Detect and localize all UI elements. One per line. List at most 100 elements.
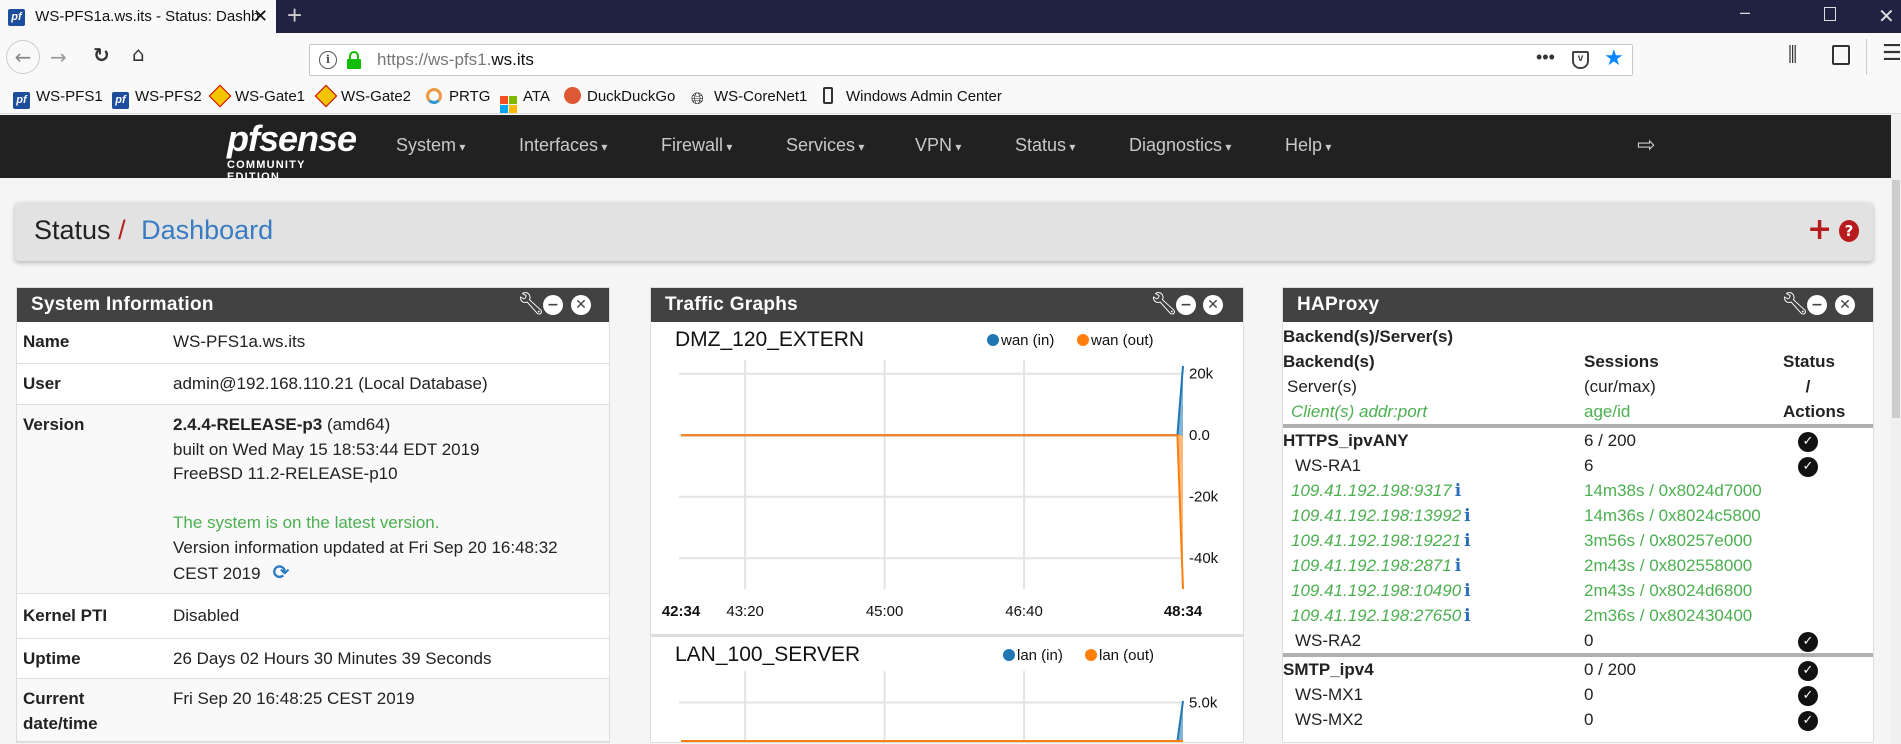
status-check-icon[interactable]: ✓: [1798, 710, 1818, 731]
y-tick-label: -20k: [1189, 489, 1219, 506]
back-icon[interactable]: ←: [6, 40, 40, 74]
wrench-icon[interactable]: 🔧︎: [1150, 292, 1178, 318]
info-row-version: Version 2.4.4-RELEASE-p3 (amd64) built o…: [17, 405, 609, 594]
client-info-icon[interactable]: i: [1464, 506, 1470, 526]
breadcrumb-parent[interactable]: Status: [34, 215, 111, 245]
bookmarks-bar: pf WS-PFS1 pf WS-PFS2 WS-Gate1 WS-Gate2 PRTG AT…: [0, 80, 1901, 114]
scrollbar[interactable]: [1891, 115, 1901, 744]
chart-dmz: DMZ_120_EXTERN wan (in) wan (out) 20k 0.0…: [651, 322, 1243, 635]
menu-firewall[interactable]: Firewall: [661, 135, 732, 156]
x-tick-label: 42:34: [662, 603, 701, 620]
x-tick-label: 48:34: [1164, 603, 1203, 620]
info-row-uptime: Uptime 26 Days 02 Hours 30 Minutes 39 Sec…: [17, 639, 609, 679]
bookmark-ws-corenet1[interactable]: 🌐︎ WS-CoreNet1: [691, 87, 807, 108]
lock-icon: [347, 51, 361, 69]
pfsense-logo[interactable]: pfsense COMMUNITY EDITION: [227, 119, 361, 184]
toolbar-divider: [1866, 39, 1867, 75]
minimize-widget-icon[interactable]: −: [1807, 295, 1827, 315]
menu-services[interactable]: Services: [786, 135, 864, 156]
home-icon[interactable]: ⌂: [132, 42, 145, 66]
haproxy-client-row: 109.41.192.198:13992 i 14m36s / 0x8024c580…: [1291, 506, 1761, 526]
new-tab-icon[interactable]: +: [287, 0, 302, 30]
bookmark-ws-pfs1[interactable]: pf WS-PFS1: [13, 87, 103, 109]
url-bar[interactable]: i https://ws-pfs1.ws.its ••• v ★: [309, 44, 1633, 76]
info-row-kernel-pti: Kernel PTI Disabled: [17, 594, 609, 639]
haproxy-header-row: Server(s) (cur/max) /: [1287, 377, 1811, 396]
close-widget-icon[interactable]: ✕: [571, 295, 591, 315]
prtg-icon: [426, 88, 443, 105]
haproxy-caption: Backend(s)/Server(s): [1283, 327, 1454, 346]
bookmark-ata[interactable]: ATA: [500, 87, 550, 113]
series-line-1: [681, 434, 1184, 590]
menu-vpn[interactable]: VPN: [915, 135, 961, 156]
haproxy-server-row: WS-MX1 0 ✓: [1283, 682, 1873, 707]
breadcrumb-separator: /: [118, 215, 126, 245]
status-check-icon[interactable]: ✓: [1798, 685, 1818, 706]
bookmark-ws-pfs2[interactable]: pf WS-PFS2: [112, 87, 202, 109]
minimize-icon[interactable]: –: [1740, 2, 1750, 23]
haproxy-server-row: WS-RA1 6 ✓: [1283, 453, 1873, 478]
breadcrumb: Status / Dashboard + ?: [15, 202, 1873, 261]
menu-interfaces[interactable]: Interfaces: [519, 135, 607, 156]
haproxy-server-row: WS-RA2 0 ✓: [1283, 628, 1873, 653]
site-info-icon[interactable]: i: [319, 51, 337, 69]
breadcrumb-current[interactable]: Dashboard: [141, 215, 273, 245]
menu-system[interactable]: System: [396, 135, 465, 156]
sidebar-icon[interactable]: [1832, 45, 1850, 65]
restore-icon[interactable]: [1824, 7, 1836, 21]
refresh-icon[interactable]: ⟳: [273, 560, 290, 584]
bookmark-prtg[interactable]: PRTG: [426, 87, 490, 107]
pfsense-icon: pf: [112, 90, 129, 109]
client-info-icon[interactable]: i: [1464, 581, 1470, 601]
menu-icon[interactable]: ☰: [1882, 41, 1901, 66]
library-icon[interactable]: ⫼: [1788, 42, 1797, 66]
close-tab-icon[interactable]: ✕: [253, 0, 268, 33]
chart-plot: 20k 0.0 -20k -40k 42:34 43:20 45:00 46:40 48:34: [662, 360, 1219, 620]
pocket-icon[interactable]: v: [1572, 51, 1589, 69]
menu-diagnostics[interactable]: Diagnostics: [1129, 135, 1231, 156]
bookmark-windows-admin-center[interactable]: Windows Admin Center: [823, 87, 1002, 107]
client-info-icon[interactable]: i: [1455, 481, 1461, 501]
minimize-widget-icon[interactable]: −: [543, 295, 563, 315]
minimize-widget-icon[interactable]: −: [1176, 295, 1196, 315]
forward-icon[interactable]: →: [50, 45, 67, 69]
pfsense-navbar: pfsense COMMUNITY EDITION System Interfa…: [0, 115, 1891, 184]
chart-plot: 5.0k: [679, 671, 1218, 742]
client-info-icon[interactable]: i: [1464, 531, 1470, 551]
wrench-icon[interactable]: 🔧︎: [1781, 292, 1809, 318]
pfsense-favicon-icon: pf: [8, 8, 25, 26]
close-window-icon[interactable]: ✕: [1878, 4, 1895, 29]
series-area-0: [681, 701, 1183, 741]
menu-status[interactable]: Status: [1015, 135, 1075, 156]
panel-title: HAProxy: [1297, 294, 1380, 315]
haproxy-header-row: Backend(s) Sessions Status: [1283, 352, 1835, 371]
bookmark-ws-gate2[interactable]: WS-Gate2: [314, 84, 411, 108]
status-check-icon[interactable]: ✓: [1798, 456, 1818, 477]
browser-toolbar: ← → ↻ ⌂ i https://ws-pfs1.ws.its ••• v ★…: [0, 33, 1901, 80]
add-widget-icon[interactable]: +: [1807, 212, 1832, 248]
browser-tab[interactable]: pf WS-PFS1a.ws.its - Status: Dashb ✕: [0, 0, 276, 33]
scrollbar-thumb[interactable]: [1892, 180, 1900, 418]
status-check-icon[interactable]: ✓: [1798, 431, 1818, 452]
bookmark-ws-gate1[interactable]: WS-Gate1: [208, 84, 305, 108]
wrench-icon[interactable]: 🔧︎: [517, 292, 545, 318]
client-info-icon[interactable]: i: [1455, 556, 1461, 576]
close-widget-icon[interactable]: ✕: [1835, 295, 1855, 315]
logout-icon[interactable]: ⇨: [1637, 133, 1655, 158]
system-information-panel: System Information 🔧︎ − ✕ Name WS-PFS1a.w…: [16, 287, 610, 743]
haproxy-header-row: Client(s) addr:port age/id Actions: [1291, 402, 1846, 421]
bookmark-star-icon[interactable]: ★: [1604, 46, 1624, 71]
haproxy-client-row: 109.41.192.198:19221 i 3m56s / 0x80257e000: [1291, 531, 1753, 551]
reload-icon[interactable]: ↻: [93, 43, 110, 67]
status-check-icon[interactable]: ✓: [1798, 631, 1818, 652]
help-icon[interactable]: ?: [1839, 220, 1859, 242]
url-text[interactable]: https://ws-pfs1.ws.its: [377, 50, 534, 70]
menu-help[interactable]: Help: [1285, 135, 1331, 156]
status-check-icon[interactable]: ✓: [1798, 660, 1818, 681]
client-info-icon[interactable]: i: [1464, 606, 1470, 626]
page-actions-icon[interactable]: •••: [1536, 47, 1555, 68]
series-area-1: [681, 435, 1183, 589]
info-row-user: User admin@192.168.110.21 (Local Database…: [17, 364, 609, 405]
bookmark-duckduckgo[interactable]: DuckDuckGo: [564, 87, 675, 107]
close-widget-icon[interactable]: ✕: [1203, 295, 1223, 315]
